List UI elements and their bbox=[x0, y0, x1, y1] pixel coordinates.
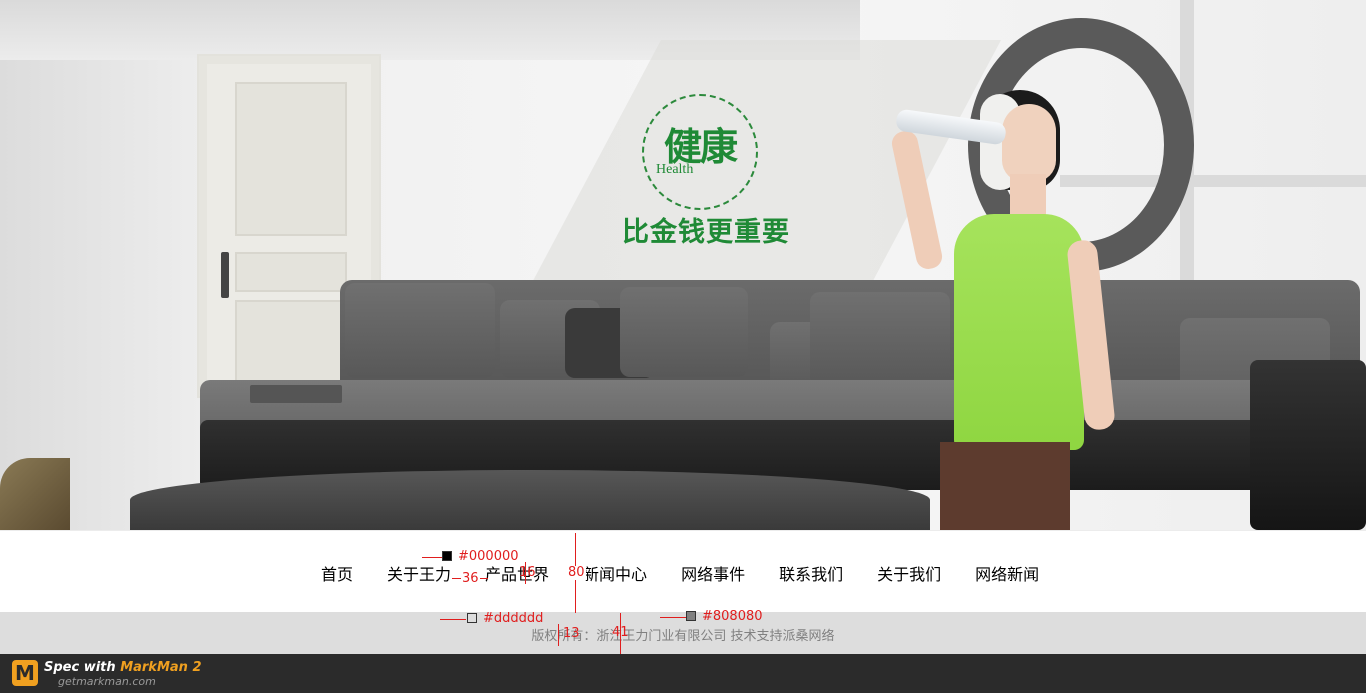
annotation-pointer bbox=[422, 557, 442, 558]
color-swatch-gray bbox=[467, 613, 477, 623]
nav-item-contact[interactable]: 联系我们 bbox=[762, 565, 860, 585]
copyright-text: 版权所有：浙江王力门业有限公司 技术支持派桑网络 bbox=[531, 629, 835, 644]
health-badge: 健康 Health bbox=[642, 94, 758, 210]
sofa-cushion bbox=[620, 287, 748, 377]
annotation-footer-fontsize: 13 bbox=[563, 626, 580, 641]
annotation-footer-bg: #dddddd bbox=[483, 611, 544, 626]
nav-item-network-news[interactable]: 网络新闻 bbox=[958, 565, 1056, 585]
nav-item-about-us[interactable]: 关于我们 bbox=[860, 565, 958, 585]
sofa-cushion bbox=[345, 283, 495, 378]
books bbox=[250, 385, 342, 403]
annotation-footer-height: 41 bbox=[612, 625, 629, 640]
nav-list: 首页 关于王力 产品世界 新闻中心 网络事件 联系我们 关于我们 网络新闻 bbox=[304, 565, 1056, 585]
color-swatch-black bbox=[442, 551, 452, 561]
main-nav: 首页 关于王力 产品世界 新闻中心 网络事件 联系我们 关于我们 网络新闻 bbox=[0, 530, 1366, 613]
model-drinking-water bbox=[880, 90, 1180, 530]
hero-wall bbox=[0, 0, 200, 530]
nav-item-network-events[interactable]: 网络事件 bbox=[664, 565, 762, 585]
annotation-nav-color: #000000 bbox=[458, 549, 519, 564]
door-handle bbox=[221, 252, 229, 298]
annotation-nav-height: 80 bbox=[567, 565, 586, 580]
markman-title[interactable]: Spec with MarkMan 2 bbox=[44, 660, 202, 675]
sofa-arm bbox=[1250, 360, 1366, 530]
nav-item-products[interactable]: 产品世界 bbox=[468, 565, 566, 585]
hero-banner: 健康 Health 比金钱更重要 bbox=[0, 0, 1366, 530]
markman-url[interactable]: getmarkman.com bbox=[58, 675, 156, 688]
firewood bbox=[0, 458, 70, 530]
door-panel bbox=[235, 82, 347, 236]
nav-item-about-wangli[interactable]: 关于王力 bbox=[370, 565, 468, 585]
annotation-nav-fontsize: 16 bbox=[519, 565, 536, 580]
markman-bar: M Spec with MarkMan 2 getmarkman.com bbox=[0, 654, 1366, 693]
annotation-footer-fontsize-line bbox=[558, 624, 559, 646]
rug bbox=[130, 470, 930, 530]
hero-slogan: 比金钱更重要 bbox=[622, 217, 790, 248]
markman-logo: M bbox=[12, 660, 38, 686]
annotation-nav-width: 36 bbox=[461, 571, 480, 586]
annotation-footer-color: #808080 bbox=[702, 609, 763, 624]
footer: 版权所有：浙江王力门业有限公司 技术支持派桑网络 bbox=[0, 612, 1366, 654]
annotation-pointer bbox=[440, 619, 466, 620]
badge-subtitle: Health bbox=[656, 162, 694, 177]
annotation-pointer bbox=[660, 617, 686, 618]
nav-item-home[interactable]: 首页 bbox=[304, 565, 370, 585]
color-swatch-darkgray bbox=[686, 611, 696, 621]
door-panel bbox=[235, 252, 347, 292]
